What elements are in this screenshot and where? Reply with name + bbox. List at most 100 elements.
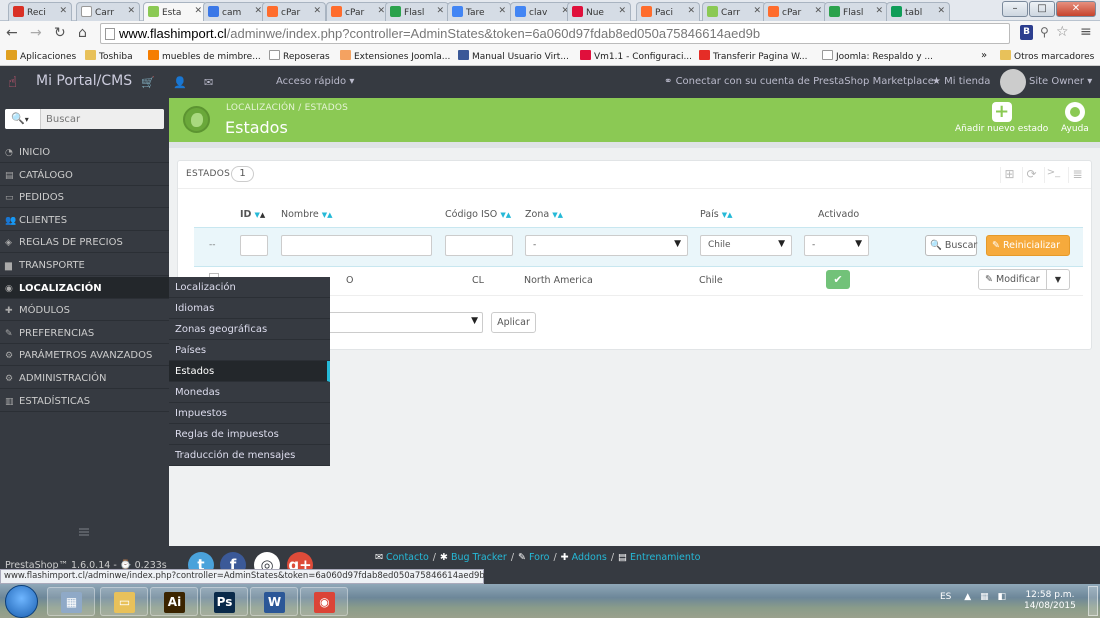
taskbar-app-photoshop[interactable]: Ps: [200, 587, 248, 616]
browser-tab[interactable]: tabl ✕: [886, 2, 950, 21]
bookmark-item[interactable]: Extensiones Joomla...: [340, 50, 450, 62]
bookmark-item[interactable]: Transferir Pagina W...: [699, 50, 808, 62]
browser-tab[interactable]: cPar ✕: [763, 2, 827, 21]
browser-tab[interactable]: Flasl ✕: [385, 2, 449, 21]
submenu-item[interactable]: Idiomas: [169, 298, 330, 319]
close-tab-icon[interactable]: ✕: [254, 6, 262, 16]
apply-button[interactable]: Aplicar: [491, 312, 536, 333]
reset-button[interactable]: ✎ Reinicializar: [986, 235, 1070, 256]
sidebar-item-dashboard[interactable]: ◔ INICIO: [0, 141, 169, 163]
extension-pin-icon[interactable]: ⚲: [1040, 25, 1049, 39]
search-button[interactable]: 🔍 Buscar: [925, 235, 977, 256]
search-input[interactable]: [41, 109, 164, 129]
sidebar-item-bar-chart[interactable]: ▥ ESTADÍSTICAS: [0, 390, 169, 412]
browser-tab[interactable]: cPar ✕: [262, 2, 326, 21]
col-iso[interactable]: Código ISO ▼▲: [445, 209, 511, 220]
maximize-button[interactable]: □: [1029, 1, 1055, 17]
footer-link[interactable]: ✉ Contacto: [375, 552, 429, 563]
search-scope-dropdown[interactable]: 🔍▾: [5, 109, 41, 129]
bulk-action-select[interactable]: ▼: [328, 312, 483, 333]
windows-start-icon[interactable]: [5, 585, 38, 618]
browser-tab[interactable]: Carr ✕: [702, 2, 766, 21]
bookmark-item[interactable]: muebles de mimbre...: [148, 50, 261, 62]
forward-icon[interactable]: →: [30, 25, 42, 41]
bookmark-item[interactable]: Vm1.1 - Configuraci...: [580, 50, 692, 62]
taskbar-app-explorer[interactable]: ▭: [100, 587, 148, 616]
close-tab-icon[interactable]: ✕: [498, 6, 506, 16]
col-id[interactable]: ID ▼▲: [240, 209, 265, 220]
url-bar[interactable]: www.flashimport.cl/adminwe/index.php?con…: [100, 23, 1010, 44]
taskbar-app-illustrator[interactable]: Ai: [150, 587, 198, 616]
envelope-icon[interactable]: ✉: [204, 76, 213, 89]
sidebar-item-wrench[interactable]: ✎ PREFERENCIAS: [0, 322, 169, 344]
submenu-item[interactable]: Monedas: [169, 382, 330, 403]
browser-tab[interactable]: Esta ✕: [143, 2, 207, 22]
my-store-link[interactable]: ★ Mi tienda: [932, 76, 990, 87]
sort-icon[interactable]: ▼▲: [322, 211, 333, 219]
footer-link[interactable]: ✱ Bug Tracker: [440, 552, 507, 563]
filter-id-input[interactable]: [240, 235, 268, 256]
quick-access-menu[interactable]: Acceso rápido ▾: [276, 76, 354, 87]
sidebar-item-truck[interactable]: ▆ TRANSPORTE: [0, 254, 169, 276]
marketplace-link[interactable]: ⚭ Conectar con su cuenta de PrestaShop M…: [664, 76, 934, 87]
sort-icon[interactable]: ▼▲: [552, 211, 563, 219]
refresh-icon[interactable]: ⟳: [1022, 167, 1040, 183]
bookmark-item[interactable]: Reposeras: [269, 50, 330, 62]
submenu-item[interactable]: Localización: [169, 277, 330, 298]
bookmark-item[interactable]: Aplicaciones: [6, 50, 76, 62]
col-zone[interactable]: Zona ▼▲: [525, 209, 563, 220]
database-icon[interactable]: ≣: [1068, 167, 1086, 183]
close-tab-icon[interactable]: ✕: [687, 6, 695, 16]
close-tab-icon[interactable]: ✕: [814, 6, 822, 16]
browser-tab[interactable]: Paci ✕: [636, 2, 700, 21]
language-indicator[interactable]: ES: [940, 592, 951, 602]
close-tab-icon[interactable]: ✕: [937, 6, 945, 16]
close-tab-icon[interactable]: ✕: [618, 6, 626, 16]
col-country[interactable]: País ▼▲: [700, 209, 733, 220]
close-tab-icon[interactable]: ✕: [59, 6, 67, 16]
breadcrumb-parent[interactable]: LOCALIZACIÓN: [226, 103, 295, 113]
owner-menu[interactable]: Site Owner ▾: [1029, 76, 1092, 87]
close-tab-icon[interactable]: ✕: [753, 6, 761, 16]
add-new-state-button[interactable]: + Añadir nuevo estado: [955, 102, 1048, 135]
network-icon[interactable]: ▦: [980, 592, 989, 602]
sidebar-item-credit-card[interactable]: ▭ PEDIDOS: [0, 186, 169, 209]
sidebar-item-cogs[interactable]: ⚙ PARÁMETROS AVANZADOS: [0, 344, 169, 367]
filter-zone-select[interactable]: - ▼: [525, 235, 688, 256]
sidebar-item-globe[interactable]: ◉ LOCALIZACIÓN: [0, 276, 169, 299]
avatar[interactable]: [1000, 69, 1026, 95]
minimize-button[interactable]: –: [1002, 1, 1028, 17]
bookmark-star-icon[interactable]: ☆: [1056, 24, 1069, 40]
row-actions-dropdown[interactable]: ▼: [1047, 269, 1070, 290]
sidebar-item-cog[interactable]: ⚙ ADMINISTRACIÓN: [0, 367, 169, 389]
filter-country-select[interactable]: Chile ▼: [700, 235, 792, 256]
close-tab-icon[interactable]: ✕: [194, 6, 202, 16]
browser-tab[interactable]: cam ✕: [203, 2, 267, 21]
sidebar-item-book[interactable]: ▤ CATÁLOGO: [0, 164, 169, 186]
taskbar-app-chrome[interactable]: ◉: [300, 587, 348, 616]
footer-link[interactable]: ✚ Addons: [561, 552, 607, 563]
footer-link[interactable]: ▤ Entrenamiento: [618, 552, 700, 563]
user-icon[interactable]: 👤: [173, 76, 187, 89]
filter-active-select[interactable]: - ▼: [804, 235, 869, 256]
browser-tab[interactable]: cPar ✕: [326, 2, 390, 21]
submenu-item[interactable]: Estados: [169, 361, 330, 382]
close-tab-icon[interactable]: ✕: [436, 6, 444, 16]
sort-icon[interactable]: ▼▲: [722, 211, 733, 219]
bookmark-item[interactable]: Toshiba: [85, 50, 133, 62]
bookmark-item[interactable]: Manual Usuario Virt...: [458, 50, 569, 62]
add-icon[interactable]: ⊞: [1000, 167, 1018, 183]
collapse-menu-icon[interactable]: [79, 528, 89, 536]
browser-tab[interactable]: Reci ✕: [8, 2, 72, 21]
submenu-item[interactable]: Zonas geográficas: [169, 319, 330, 340]
close-tab-icon[interactable]: ✕: [377, 6, 385, 16]
chrome-menu-icon[interactable]: ≡: [1080, 24, 1092, 40]
browser-tab[interactable]: Carr ✕: [76, 2, 140, 21]
bookmarks-overflow-button[interactable]: »: [981, 50, 987, 61]
sort-icon[interactable]: ▲: [260, 211, 265, 219]
volume-icon[interactable]: ◧: [997, 592, 1006, 602]
home-icon[interactable]: ⌂: [78, 25, 87, 41]
extension-icon[interactable]: B: [1020, 25, 1033, 40]
taskbar-app-word[interactable]: W: [250, 587, 298, 616]
taskbar-app-calculator[interactable]: ▦: [47, 587, 95, 616]
